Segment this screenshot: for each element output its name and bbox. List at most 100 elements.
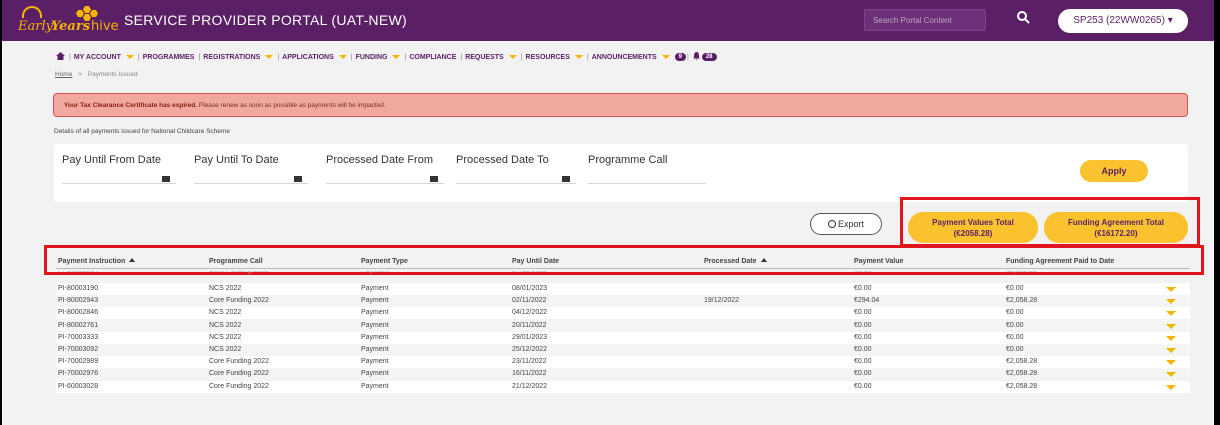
chevron-down-icon[interactable] — [1166, 348, 1176, 353]
cell-pay-until-date: 25/12/2022 — [512, 346, 548, 353]
nav-announcements[interactable]: ANNOUNCEMENTS — [592, 54, 657, 61]
nav-compliance[interactable]: COMPLIANCE — [409, 54, 456, 61]
chevron-down-icon[interactable] — [125, 55, 134, 59]
cell-payment-type: Payment — [361, 370, 389, 378]
pay-until-to-input[interactable] — [194, 183, 308, 184]
table-row[interactable]: PI-70002989 Core Funding 2022 Payment 23/11… — [56, 356, 1190, 369]
search-input[interactable]: Search Portal Content — [864, 9, 986, 31]
breadcrumb: Home > Payments Issued — [55, 71, 138, 78]
col-funding-agreement-paid[interactable]: Funding Agreement Paid to Date — [1006, 258, 1114, 265]
cell-payment-value: €294.04 — [854, 297, 880, 305]
top-bar: Early Years hive SERVICE PROVIDER PORTAL… — [2, 0, 1214, 41]
table-row[interactable]: PI-70003333 NCS 2022 Payment 29/01/2023 €0.0… — [56, 331, 1190, 344]
processed-from-input[interactable] — [326, 183, 444, 184]
cell-payment-value: €0.00 — [854, 271, 872, 274]
cell-payment-value: €0.00 — [854, 382, 872, 390]
cell-payment-type: Payment — [361, 358, 389, 366]
nav-applications[interactable]: APPLICATIONS — [282, 54, 334, 61]
cell-funding-agreement-paid: €2,058.28 — [1006, 370, 1038, 378]
cell-funding-agreement-paid: €2,058.28 — [1006, 271, 1037, 274]
nav-funding[interactable]: FUNDING — [356, 54, 388, 61]
partially-hidden-row: PI-80003214 Core Funding 2022 Payment 27/12… — [56, 271, 1190, 275]
main-nav: | MY ACCOUNT | PROGRAMMES | REGISTRATIONS |… — [56, 50, 717, 64]
chevron-down-icon[interactable] — [1166, 360, 1176, 366]
chevron-down-icon[interactable] — [574, 55, 583, 59]
col-payment-value[interactable]: Payment Value — [854, 258, 903, 265]
table-row[interactable]: PI-60003028 Core Funding 2022 Payment 21/12… — [56, 380, 1190, 393]
cell-payment-instruction: PI-70002976 — [58, 370, 99, 378]
cell-payment-value: €0.00 — [854, 358, 872, 366]
chevron-down-icon[interactable] — [392, 55, 401, 59]
nav-requests[interactable]: REQUESTS — [465, 54, 504, 61]
cell-funding-agreement-paid: €2,058.28 — [1006, 382, 1038, 390]
chevron-down-icon[interactable] — [661, 55, 670, 59]
chevron-down-icon[interactable] — [1166, 311, 1176, 317]
sort-asc-icon[interactable] — [129, 258, 136, 262]
chevron-down-icon[interactable] — [1166, 384, 1176, 390]
cell-programme-call: NCS 2022 — [209, 285, 242, 292]
home-icon[interactable] — [56, 52, 65, 62]
pay-until-from-filter[interactable]: Pay Until From Date — [62, 154, 176, 184]
chevron-down-icon[interactable] — [508, 55, 517, 59]
nav-resources[interactable]: RESOURCES — [526, 54, 570, 61]
bell-icon[interactable] — [692, 52, 700, 62]
processed-to-filter[interactable]: Processed Date To — [456, 154, 576, 184]
chevron-down-icon[interactable] — [1166, 372, 1176, 378]
nav-registrations[interactable]: REGISTRATIONS — [203, 54, 260, 61]
table-row[interactable]: PI-70002976 Core Funding 2022 Payment 16/11… — [56, 368, 1190, 381]
logo-word-years: Years — [51, 19, 91, 34]
pay-until-to-filter[interactable]: Pay Until To Date — [194, 154, 308, 184]
chevron-down-icon[interactable] — [265, 55, 274, 59]
col-payment-instruction[interactable]: Payment Instruction — [58, 258, 136, 265]
export-icon — [827, 220, 836, 228]
col-pay-until-date[interactable]: Pay Until Date — [512, 258, 559, 265]
col-programme-call[interactable]: Programme Call — [209, 258, 263, 265]
table-row[interactable]: PI-80002761 NCS 2022 Payment 20/11/2022 €0.0… — [56, 319, 1190, 332]
funding-agreement-total-value: (€16172.20) — [1094, 229, 1138, 238]
col-processed-date[interactable]: Processed Date — [704, 258, 767, 265]
search-icon[interactable] — [1016, 9, 1032, 27]
calendar-icon[interactable] — [562, 176, 570, 182]
chevron-down-icon[interactable] — [1166, 335, 1176, 341]
payment-values-total-label: Payment Values Total — [932, 218, 1014, 227]
programme-call-input[interactable] — [588, 183, 706, 184]
table-row[interactable]: PI-70003092 NCS 2022 Payment 25/12/2022 €0.0… — [56, 344, 1190, 356]
cell-payment-instruction: PI-70003333 — [58, 333, 99, 341]
calendar-icon[interactable] — [294, 176, 302, 182]
breadcrumb-home-link[interactable]: Home — [55, 71, 72, 78]
cell-payment-instruction: PI-60003028 — [58, 382, 99, 390]
announcements-badge[interactable]: 9 — [674, 53, 687, 61]
apply-button[interactable]: Apply — [1080, 160, 1148, 182]
early-years-hive-logo[interactable]: Early Years hive — [18, 6, 119, 36]
table-row[interactable]: PI-80002943 Core Funding 2022 Payment 02/11… — [56, 295, 1190, 308]
chevron-down-icon[interactable] — [1166, 323, 1176, 329]
payment-values-total-button[interactable]: Payment Values Total (€2058.28) — [908, 212, 1038, 243]
col-payment-type[interactable]: Payment Type — [361, 258, 408, 265]
chevron-down-icon[interactable] — [1166, 299, 1176, 305]
cell-programme-call: Core Funding 2022 — [209, 382, 269, 390]
chevron-down-icon[interactable] — [1166, 287, 1176, 292]
calendar-icon[interactable] — [430, 176, 438, 182]
table-row[interactable]: PI-80003190 NCS 2022 Payment 08/01/2023 €0.0… — [56, 283, 1190, 295]
cell-payment-instruction: PI-80003214 — [58, 271, 98, 274]
cell-pay-until-date: 29/01/2023 — [512, 333, 548, 341]
programme-call-filter[interactable]: Programme Call — [588, 154, 706, 184]
cell-pay-until-date: 16/11/2022 — [512, 370, 547, 378]
calendar-icon[interactable] — [162, 176, 170, 182]
export-button[interactable]: Export — [810, 213, 882, 235]
user-account-button[interactable]: SP253 (22WW0265) ▾ — [1058, 9, 1188, 33]
payment-values-total-value: (€2058.28) — [953, 229, 993, 238]
nav-my-account[interactable]: MY ACCOUNT — [74, 54, 121, 61]
sort-asc-icon[interactable] — [760, 258, 767, 262]
table-row[interactable]: PI-80002846 NCS 2022 Payment 04/12/2022 €0.0… — [56, 307, 1190, 320]
processed-to-input[interactable] — [456, 183, 576, 184]
processed-from-filter[interactable]: Processed Date From — [326, 154, 444, 184]
table-header: Payment Instruction Programme Call Payme… — [56, 255, 1190, 269]
nav-programmes[interactable]: PROGRAMMES — [143, 54, 195, 61]
pay-until-from-input[interactable] — [62, 183, 176, 184]
funding-agreement-total-button[interactable]: Funding Agreement Total (€16172.20) — [1044, 212, 1188, 243]
processed-from-label: Processed Date From — [326, 154, 433, 166]
cell-funding-agreement-paid: €0.00 — [1006, 346, 1024, 353]
chevron-down-icon[interactable] — [338, 55, 347, 59]
notifications-badge[interactable]: 28 — [701, 53, 717, 61]
